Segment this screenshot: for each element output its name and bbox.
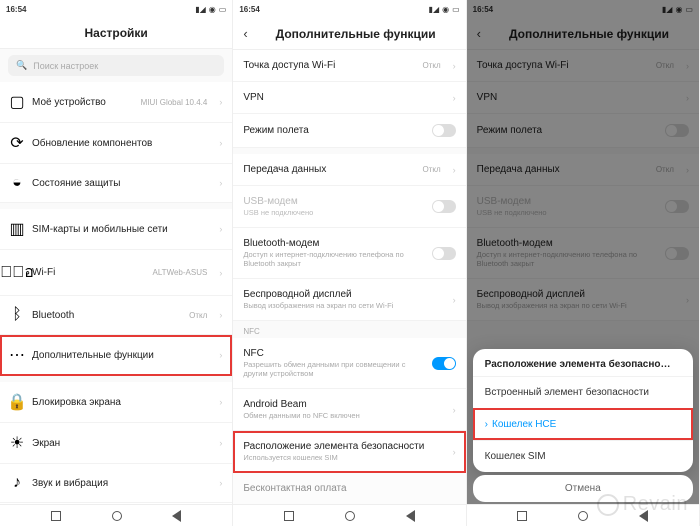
row-airplane[interactable]: Режим полета <box>233 114 465 148</box>
status-time: 16:54 <box>239 5 259 14</box>
signal-icon: ▮◢ <box>195 5 206 14</box>
toggle-bt-tether[interactable] <box>432 247 456 260</box>
row-data[interactable]: Передача данных Откл › <box>233 154 465 186</box>
secure-element-sheet: Расположение элемента безопасно… Встроен… <box>473 349 693 472</box>
row-security-status[interactable]: ◒ Состояние защиты › <box>0 164 232 203</box>
page-title: Настройки <box>10 26 222 40</box>
row-device[interactable]: ▢ Моё устройство MIUI Global 10.4.4 › <box>0 82 232 123</box>
chevron-right-icon: › <box>453 447 456 457</box>
chevron-right-icon: › <box>453 165 456 175</box>
status-icons: ▮◢ ◉ ▭ <box>429 5 460 14</box>
search-icon: 🔍 <box>16 60 27 71</box>
wifi-icon: �ือ <box>10 260 24 285</box>
row-bt-tether[interactable]: Bluetooth-модем Доступ к интернет-подклю… <box>233 228 465 279</box>
toggle-nfc[interactable] <box>432 357 456 370</box>
chevron-right-icon: › <box>453 295 456 305</box>
back-button[interactable]: ‹ <box>243 26 247 41</box>
sim-icon: ▥ <box>10 219 24 239</box>
chevron-right-icon: › <box>453 61 456 71</box>
battery-icon: ▭ <box>452 5 460 14</box>
nav-home[interactable] <box>345 511 355 521</box>
row-android-beam[interactable]: Android Beam Обмен данными по NFC включе… <box>233 389 465 431</box>
nav-bar <box>233 504 465 526</box>
settings-list: ▢ Моё устройство MIUI Global 10.4.4 › ⟳ … <box>0 82 232 504</box>
chevron-right-icon: › <box>219 178 222 188</box>
page-title: Дополнительные функции <box>256 27 456 41</box>
row-usb-tether: USB-модем USB не подключено <box>233 186 465 228</box>
phone-icon: ▢ <box>10 92 24 112</box>
more-functions-list: Точка доступа Wi-Fi Откл › VPN › Режим п… <box>233 50 465 504</box>
nav-bar <box>0 504 232 526</box>
status-time: 16:54 <box>6 5 26 14</box>
row-vpn[interactable]: VPN › <box>233 82 465 114</box>
option-hce[interactable]: › Кошелек HCE <box>473 408 693 440</box>
signal-icon: ▮◢ <box>429 5 440 14</box>
chevron-right-icon: › <box>219 268 222 278</box>
screen-more-functions: 16:54 ▮◢ ◉ ▭ ‹ Дополнительные функции То… <box>233 0 466 526</box>
chevron-right-icon: › <box>219 478 222 488</box>
row-hotspot[interactable]: Точка доступа Wi-Fi Откл › <box>233 50 465 82</box>
wifi-icon: ◉ <box>442 5 449 14</box>
status-icons: ▮◢ ◉ ▭ <box>195 5 226 14</box>
status-bar: 16:54 ▮◢ ◉ ▭ <box>233 0 465 18</box>
wifi-icon: ◉ <box>209 5 216 14</box>
row-update[interactable]: ⟳ Обновление компонентов › <box>0 123 232 164</box>
sheet-title: Расположение элемента безопасно… <box>473 349 693 376</box>
chevron-right-icon: › <box>219 310 222 320</box>
nav-back[interactable] <box>406 510 415 522</box>
row-secure-element[interactable]: Расположение элемента безопасности Испол… <box>233 431 465 473</box>
chevron-right-icon: › <box>219 397 222 407</box>
watermark: Revain <box>597 493 688 516</box>
row-lock[interactable]: 🔒 Блокировка экрана › <box>0 382 232 423</box>
option-embedded[interactable]: Встроенный элемент безопасности <box>473 376 693 408</box>
nav-recents[interactable] <box>284 511 294 521</box>
header: Настройки <box>0 18 232 49</box>
row-more-functions[interactable]: ⋯ Дополнительные функции › <box>0 335 232 376</box>
section-label-nfc: NFC <box>233 321 465 338</box>
search-input[interactable]: 🔍 Поиск настроек <box>8 55 224 76</box>
nav-recents[interactable] <box>517 511 527 521</box>
screen-settings: 16:54 ▮◢ ◉ ▭ Настройки 🔍 Поиск настроек … <box>0 0 233 526</box>
search-placeholder: Поиск настроек <box>33 61 98 71</box>
row-contactless[interactable]: Бесконтактная оплата <box>233 473 465 504</box>
update-icon: ⟳ <box>10 133 24 153</box>
row-sound[interactable]: ♪ Звук и вибрация › <box>0 464 232 503</box>
bluetooth-icon: ᛒ <box>10 306 24 324</box>
watermark-icon <box>597 494 619 516</box>
option-sim[interactable]: Кошелек SIM <box>473 440 693 472</box>
chevron-right-icon: › <box>453 93 456 103</box>
row-sim[interactable]: ▥ SIM-карты и мобильные сети › <box>0 209 232 250</box>
row-cast[interactable]: Беспроводной дисплей Вывод изображения н… <box>233 279 465 321</box>
status-bar: 16:54 ▮◢ ◉ ▭ <box>0 0 232 18</box>
chevron-right-icon: › <box>219 138 222 148</box>
row-wifi[interactable]: �ือ Wi-Fi ALTWeb-ASUS › <box>0 250 232 296</box>
more-icon: ⋯ <box>10 345 24 365</box>
toggle-usb <box>432 200 456 213</box>
toggle-airplane[interactable] <box>432 124 456 137</box>
chevron-right-icon: › <box>219 350 222 360</box>
row-bluetooth[interactable]: ᛒ Bluetooth Откл › <box>0 296 232 335</box>
lock-icon: 🔒 <box>10 392 24 412</box>
chevron-right-icon: › <box>219 438 222 448</box>
nav-home[interactable] <box>112 511 122 521</box>
chevron-right-icon: › <box>453 405 456 415</box>
row-nfc[interactable]: NFC Разрешить обмен данными при совмещен… <box>233 338 465 389</box>
chevron-right-icon: › <box>219 224 222 234</box>
display-icon: ☀ <box>10 433 24 453</box>
shield-icon: ◒ <box>10 174 24 192</box>
chevron-right-icon: › <box>485 419 488 430</box>
nav-back[interactable] <box>172 510 181 522</box>
battery-icon: ▭ <box>219 5 227 14</box>
nav-home[interactable] <box>578 511 588 521</box>
screen-secure-dialog: 16:54 ▮◢ ◉ ▭ ‹ Дополнительные функции То… <box>467 0 700 526</box>
nav-recents[interactable] <box>51 511 61 521</box>
sound-icon: ♪ <box>10 474 24 492</box>
chevron-right-icon: › <box>219 97 222 107</box>
row-display[interactable]: ☀ Экран › <box>0 423 232 464</box>
header: ‹ Дополнительные функции <box>233 18 465 50</box>
